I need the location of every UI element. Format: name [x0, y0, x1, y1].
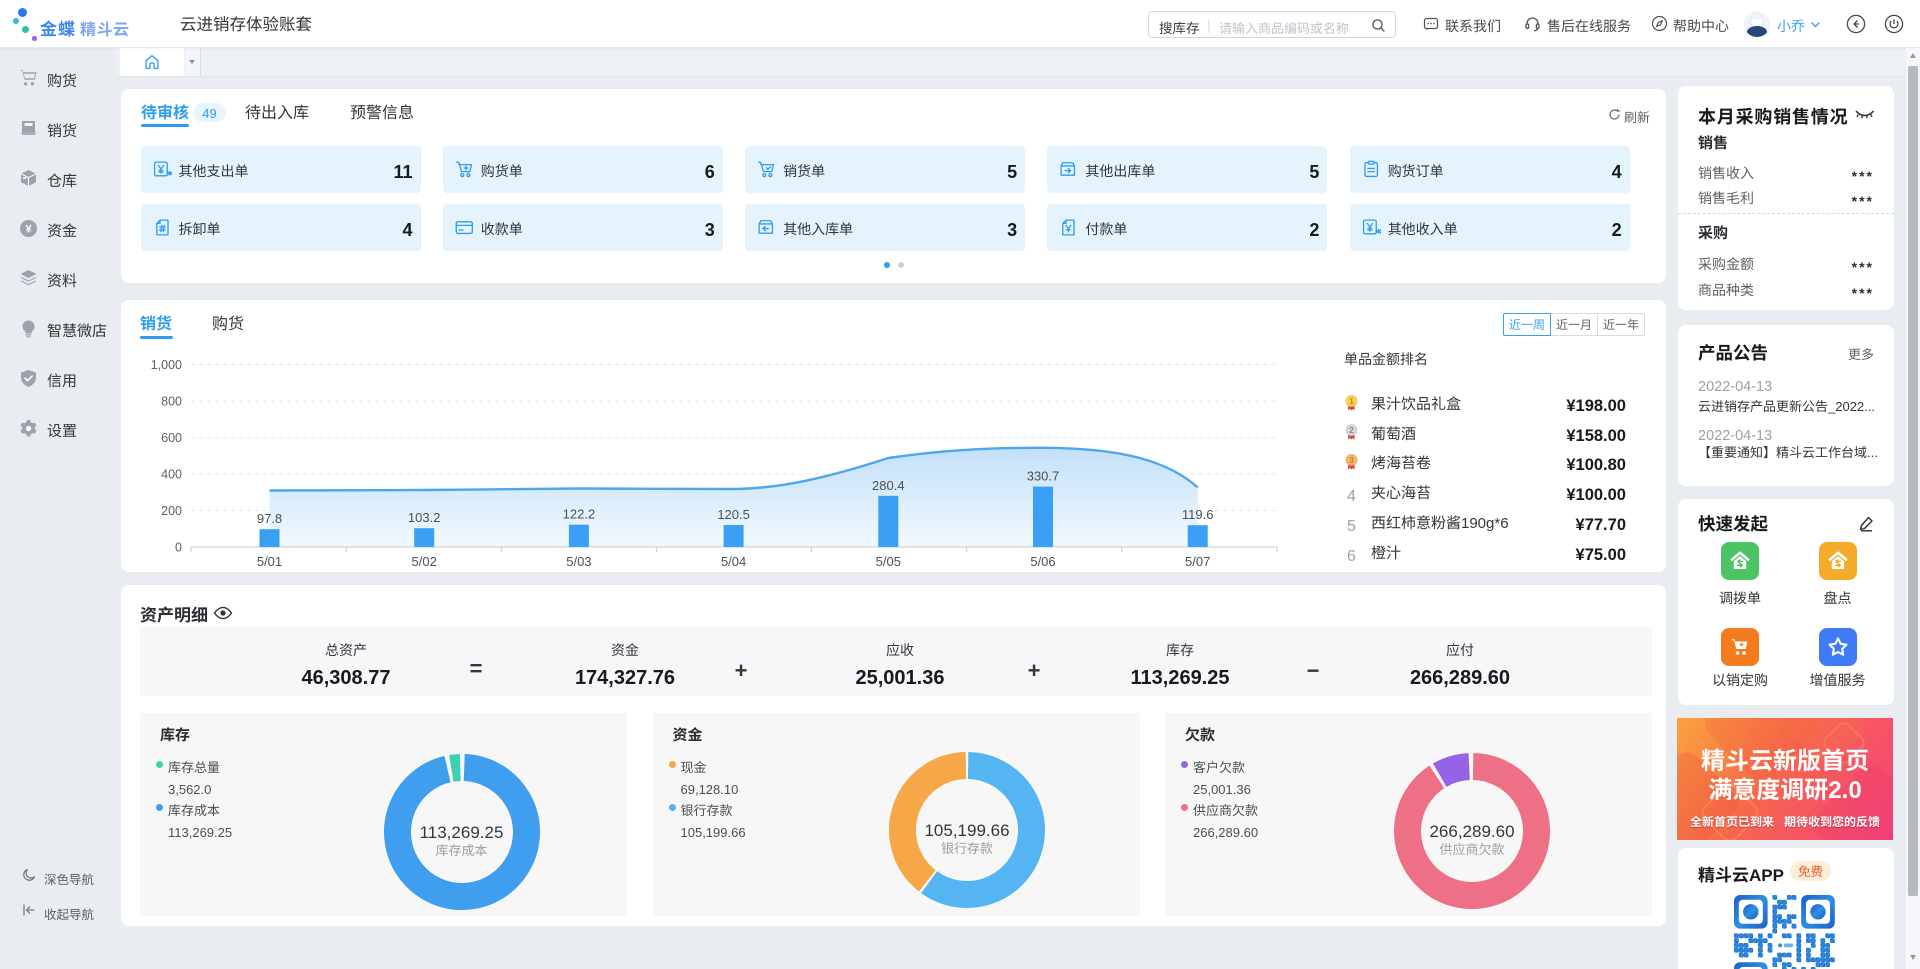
svg-text:800: 800 [161, 395, 182, 409]
svg-text:5/06: 5/06 [1030, 554, 1055, 569]
svg-text:2: 2 [1349, 425, 1354, 435]
svg-text:330.7: 330.7 [1027, 469, 1060, 484]
svg-text:280.4: 280.4 [872, 478, 905, 493]
svg-text:5/07: 5/07 [1185, 554, 1210, 569]
svg-text:5/02: 5/02 [412, 554, 437, 569]
svg-text:3: 3 [1349, 455, 1354, 465]
svg-text:119.6: 119.6 [1182, 507, 1214, 522]
svg-text:600: 600 [161, 431, 182, 445]
svg-text:200: 200 [161, 504, 182, 518]
svg-text:¥: ¥ [25, 223, 32, 235]
svg-text:103.2: 103.2 [408, 510, 441, 525]
svg-text:5/01: 5/01 [257, 554, 282, 569]
svg-text:5/04: 5/04 [721, 554, 746, 569]
svg-text:122.2: 122.2 [563, 507, 596, 522]
svg-text:0: 0 [175, 541, 182, 555]
svg-text:5/05: 5/05 [876, 554, 901, 569]
svg-text:120.5: 120.5 [717, 507, 750, 522]
svg-text:5/03: 5/03 [566, 554, 591, 569]
svg-text:1: 1 [1349, 396, 1354, 406]
svg-text:1,000: 1,000 [151, 358, 182, 372]
svg-text:97.8: 97.8 [257, 511, 282, 526]
svg-text:400: 400 [161, 468, 182, 482]
